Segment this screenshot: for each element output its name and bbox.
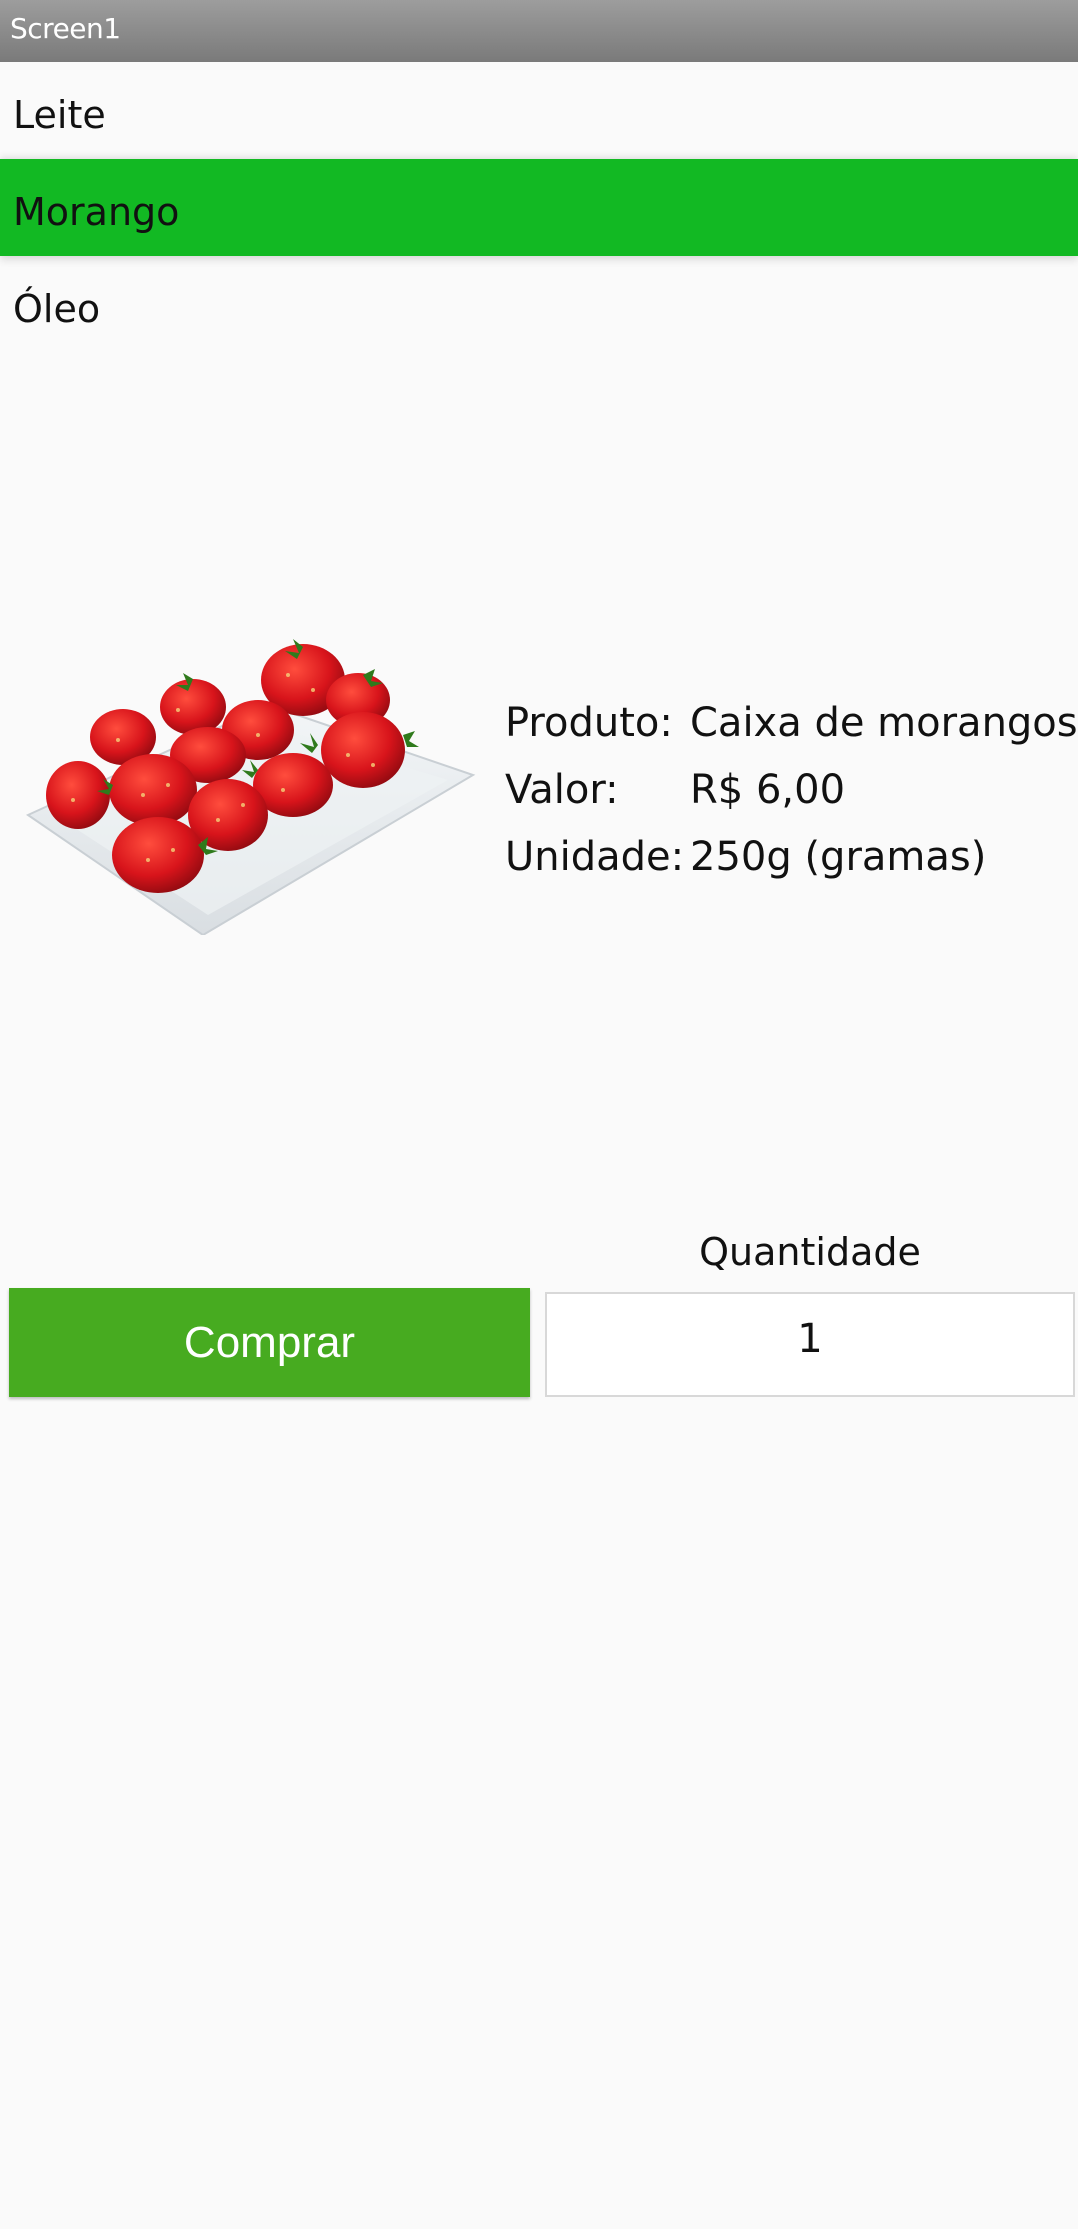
detail-label: Produto: [505, 700, 673, 746]
list-item-leite[interactable]: Leite [0, 62, 1078, 159]
detail-value: Caixa de morangos [690, 700, 1078, 746]
buy-button[interactable]: Comprar [9, 1288, 530, 1397]
detail-label: Unidade: [505, 834, 685, 880]
list-item-morango[interactable]: Morango [0, 159, 1078, 256]
product-details: Produto: Caixa de morangos Valor: R$ 6,0… [505, 690, 1078, 891]
detail-row-produto: Produto: Caixa de morangos [505, 690, 1078, 757]
detail-value: R$ 6,00 [690, 767, 846, 813]
detail-row-unidade: Unidade: 250g (gramas) [505, 824, 1078, 891]
quantity-input[interactable]: 1 [545, 1292, 1075, 1397]
detail-row-valor: Valor: R$ 6,00 [505, 757, 1078, 824]
app-title-bar: Screen1 [0, 0, 1078, 62]
quantity-label: Quantidade [699, 1230, 921, 1274]
strawberry-box-image [25, 639, 476, 935]
list-item-oleo[interactable]: Óleo [0, 256, 1078, 353]
detail-value: 250g (gramas) [690, 834, 987, 880]
detail-label: Valor: [505, 767, 619, 813]
product-list: Leite Morango Óleo [0, 62, 1078, 353]
window-title: Screen1 [10, 12, 121, 45]
